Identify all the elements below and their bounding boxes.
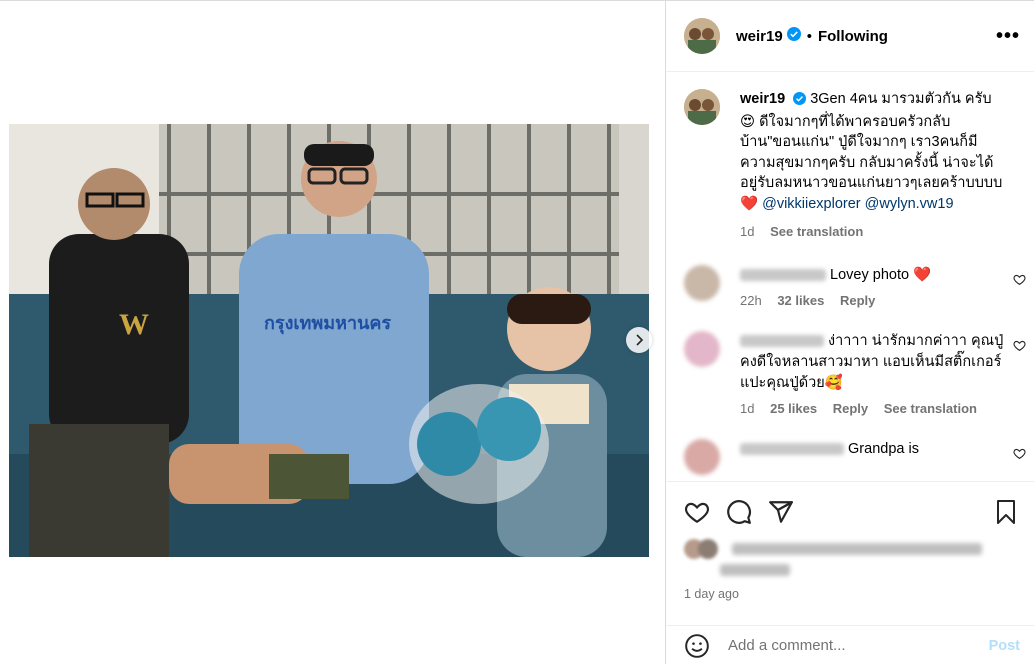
commenter-username[interactable] <box>740 442 844 455</box>
author-avatar[interactable] <box>684 18 720 54</box>
see-translation-link[interactable]: See translation <box>884 401 977 416</box>
more-options-icon[interactable]: ••• <box>996 25 1020 48</box>
caption-avatar[interactable] <box>684 89 720 125</box>
post-caption: weir19 3Gen 4คน มารวมตัวกัน ครับ 😍 ดีใจม… <box>666 73 1034 243</box>
commenter-avatar[interactable] <box>684 330 720 367</box>
reply-button[interactable]: Reply <box>833 401 868 416</box>
mention-link[interactable]: @wylyn.vw19 <box>865 196 954 212</box>
separator-dot: • <box>806 27 812 45</box>
post-sidebar: weir19 • Following ••• weir19 3Gen 4คน ม… <box>665 0 1034 664</box>
like-comment-heart-icon[interactable] <box>1013 447 1026 465</box>
verified-badge-icon <box>786 26 801 46</box>
following-button[interactable]: Following <box>818 28 888 45</box>
comment-item: Grandpa is <box>666 438 1034 475</box>
post-header: weir19 • Following ••• <box>666 1 1034 72</box>
caption-username[interactable]: weir19 <box>740 91 785 107</box>
comment-text: Lovey photo ❤️ <box>830 266 932 283</box>
mention-link[interactable]: @vikkiiexplorer <box>762 196 861 212</box>
emoji-icon[interactable] <box>684 633 710 659</box>
liked-by-summary[interactable] <box>684 539 982 578</box>
svg-text:กรุงเทพมหานคร: กรุงเทพมหานคร <box>264 313 391 335</box>
like-comment-heart-icon[interactable] <box>1013 339 1026 357</box>
caption-age: 1d <box>740 224 755 239</box>
reply-button[interactable]: Reply <box>840 293 875 308</box>
family-photo-illustration: W กรุงเทพมหานคร <box>9 124 649 557</box>
comment-input[interactable] <box>728 637 968 654</box>
media-pane: W กรุงเทพมหานคร <box>0 0 665 664</box>
comment-text: Grandpa is <box>848 440 919 457</box>
avatar-image <box>684 18 720 54</box>
comments-list[interactable]: weir19 3Gen 4คน มารวมตัวกัน ครับ 😍 ดีใจม… <box>666 73 1034 481</box>
comment-age: 1d <box>740 400 755 416</box>
svg-text:W: W <box>119 308 149 341</box>
comment-likes[interactable]: 32 likes <box>777 293 824 308</box>
post-actions-bar <box>666 481 1034 541</box>
post-photo[interactable]: W กรุงเทพมหานคร <box>9 124 649 557</box>
bookmark-icon[interactable] <box>994 499 1018 525</box>
add-comment-bar: Post <box>666 625 1034 664</box>
chevron-right-icon <box>636 334 644 346</box>
commenter-username[interactable] <box>740 334 824 347</box>
share-icon[interactable] <box>768 499 794 525</box>
like-comment-heart-icon[interactable] <box>1013 273 1026 291</box>
comment-icon[interactable] <box>726 499 752 525</box>
liked-by-text <box>731 543 982 556</box>
liked-by-avatars <box>684 539 728 560</box>
comment-likes[interactable]: 25 likes <box>770 401 817 416</box>
comment-item: ง่าาาา น่ารักมากค่าาา คุณปู่คงดีใจหลานสา… <box>666 330 1034 419</box>
post-timestamp[interactable]: 1 day ago <box>684 587 739 601</box>
liked-by-text-line-2 <box>720 563 790 576</box>
author-username[interactable]: weir19 <box>736 28 783 45</box>
post-comment-button[interactable]: Post <box>989 638 1020 654</box>
see-translation-link[interactable]: See translation <box>770 224 863 239</box>
commenter-avatar[interactable] <box>684 438 720 475</box>
commenter-avatar[interactable] <box>684 264 720 301</box>
commenter-username[interactable] <box>740 268 826 281</box>
verified-badge-icon <box>793 91 807 112</box>
comment-item: Lovey photo ❤️ 22h 32 likes Reply <box>666 264 1034 311</box>
avatar-image <box>684 89 720 125</box>
comment-age: 22h <box>740 292 762 308</box>
caption-text: 3Gen 4คน มารวมตัวกัน ครับ 😍 ดีใจมากๆที่ไ… <box>740 91 1003 212</box>
next-photo-button[interactable] <box>626 327 652 353</box>
heart-icon[interactable] <box>684 499 710 525</box>
